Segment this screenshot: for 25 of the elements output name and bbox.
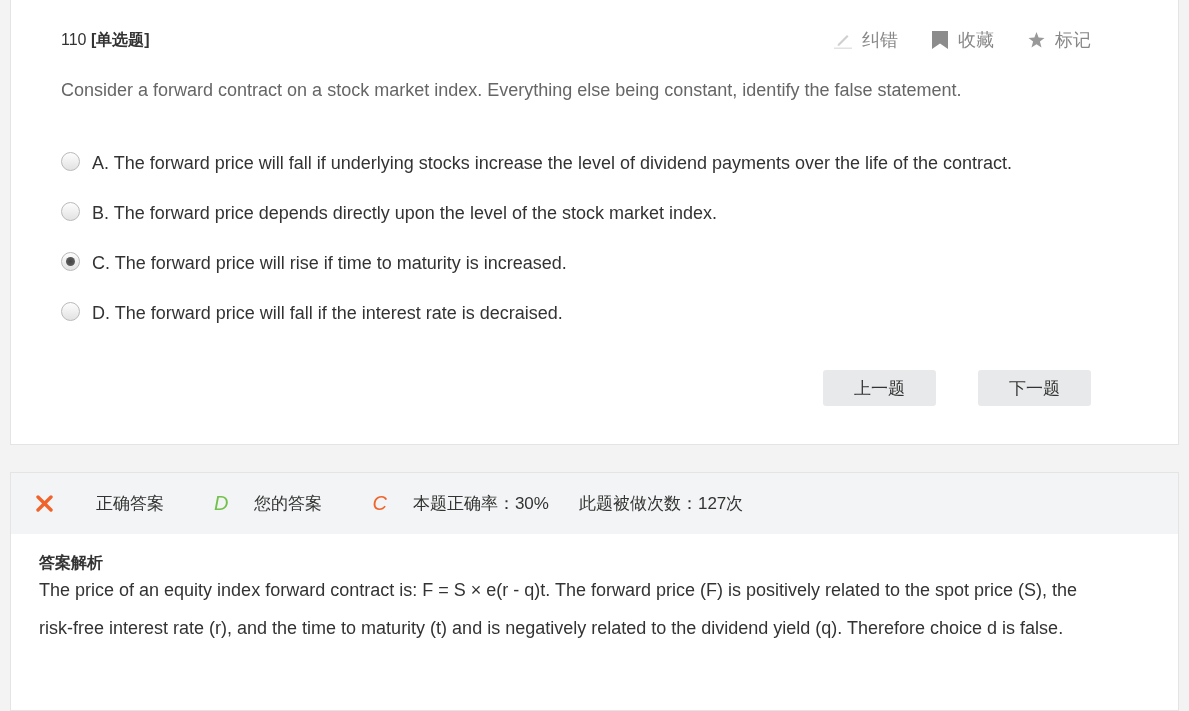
correct-answer-letter: D <box>214 492 229 515</box>
question-text: Consider a forward contract on a stock market index. Everything else being constant, identify the false statement. <box>61 79 963 102</box>
favorite-button[interactable]: 收藏 <box>932 28 994 52</box>
attempts-text: 此题被做次数：127次 <box>578 493 744 515</box>
option-label[interactable]: C. The forward price will rise if time to maturity is increased. <box>92 252 567 274</box>
your-answer-letter: C <box>372 492 387 515</box>
question-heading: 110 [单选题] <box>61 29 150 50</box>
correct-answer-label: 正确答案 <box>96 493 164 515</box>
option-label[interactable]: B. The forward price depends directly upon the level of the stock market index. <box>92 202 717 224</box>
previous-question-button[interactable]: 上一题 <box>823 370 936 406</box>
radio-button[interactable] <box>61 152 80 171</box>
report-error-button[interactable]: 纠错 <box>834 28 898 52</box>
your-answer-label: 您的答案 <box>254 493 323 515</box>
option-label[interactable]: A. The forward price will fall if underlying stocks increase the level of dividend payments over the life of the contract. <box>92 152 1013 174</box>
radio-button[interactable] <box>61 302 80 321</box>
next-question-button[interactable]: 下一题 <box>978 370 1091 406</box>
explanation-title: 答案解析 <box>39 553 104 573</box>
accuracy-text: 本题正确率：30% <box>412 493 549 515</box>
explanation-text: The price of an equity index forward contract is: F = S × e(r - q)t. The forward price (F) is positively related to the spot price (S), the risk-free interest rate (r), and the time to maturity (t) and is negatively related to the dividend yield (q). Therefore choice d is false. <box>39 579 1079 640</box>
star-icon <box>1028 32 1045 48</box>
radio-button[interactable] <box>61 202 80 221</box>
mark-button[interactable]: 标记 <box>1028 28 1091 52</box>
option-label[interactable]: D. The forward price will fall if the interest rate is decraised. <box>92 302 563 324</box>
bookmark-icon <box>932 31 948 49</box>
radio-button[interactable] <box>61 252 80 271</box>
